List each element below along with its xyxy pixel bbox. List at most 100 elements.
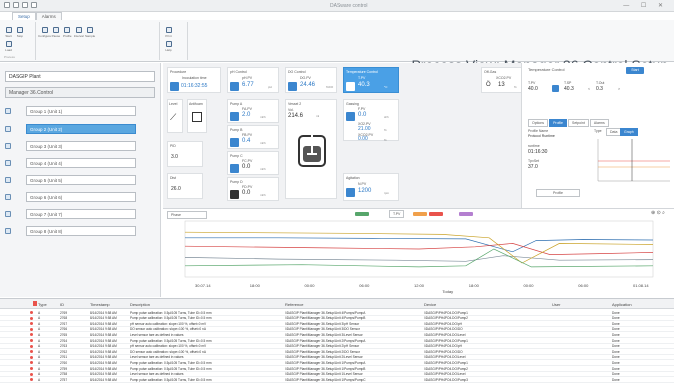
antifoam-icon <box>192 112 202 122</box>
series-pill-2[interactable] <box>413 212 427 216</box>
event-log-table: Type ID Timestamp Description Reference … <box>0 298 674 383</box>
start-button[interactable]: Start <box>4 24 13 38</box>
pump-icon <box>230 112 239 121</box>
table-cell: 2759 <box>60 366 68 371</box>
level-card[interactable]: Level ⟋ <box>167 99 183 133</box>
series-pill-3[interactable] <box>429 212 443 216</box>
time-tick-label: 18:00 <box>250 283 261 288</box>
tab-alarms[interactable]: Alarms <box>35 12 62 20</box>
vessel-card[interactable]: Vessel 2 Vol. 214.6 ml <box>285 99 337 199</box>
table-cell: 8/14/2014 9:58 AM <box>90 372 117 377</box>
redo-icon[interactable] <box>31 2 37 8</box>
interval-button[interactable]: Interval <box>74 24 84 38</box>
do-control-card[interactable]: DO Control DO.PV 24.46 %DO <box>285 67 337 93</box>
profile-apply-button[interactable]: Profile <box>536 189 580 197</box>
table-cell: A <box>38 310 41 315</box>
load-icon <box>5 41 12 47</box>
group-item[interactable]: Group 6 (Unit 6) <box>5 192 155 202</box>
save-icon[interactable] <box>13 2 19 8</box>
profile-button[interactable]: Profile <box>63 24 72 38</box>
table-cell: \\DASGIP\PH4PO4.DO\DO <box>424 327 463 332</box>
group-item[interactable]: Group 4 (Unit 4) <box>5 158 155 168</box>
table-cell: \\DASGIP\PH4PO4.DO\Pump1 <box>424 360 468 365</box>
time-tick-label: 18:00 <box>469 283 480 288</box>
table-cell: Done <box>612 332 620 337</box>
pump-b-card[interactable]: Pump B FB.PV 0.4 ml/h <box>227 125 279 149</box>
agitation-card[interactable]: Agitation N.PV 1200 rpm <box>343 173 399 201</box>
ph-control-card[interactable]: pH Control pH.PV 6.77 pH <box>227 67 279 93</box>
severity-icon <box>30 327 33 331</box>
table-cell: \\DASGIP Plant\Manager 36.Setup\Unit 1\P… <box>285 360 366 365</box>
print-button[interactable]: Print <box>164 24 173 38</box>
pump-icon <box>230 190 239 199</box>
table-cell: 2765 <box>60 332 68 337</box>
table-cell: Done <box>612 349 620 354</box>
profile-name-value[interactable]: Protocol Runtime <box>528 134 555 138</box>
table-cell: \\DASGIP\PH4PO4.DO\Level <box>424 332 466 337</box>
ph-icon <box>230 82 239 91</box>
antifoam-card[interactable]: Antifoam <box>187 99 207 133</box>
unit-icon <box>5 143 11 149</box>
chart-tools-icon[interactable]: ⊕ ⊙ ⌕ <box>651 210 665 216</box>
procedure-card[interactable]: Procedure Inoculation time 01:16:32:55 <box>167 67 221 93</box>
group-item[interactable]: Group 3 (Unit 3) <box>5 141 155 151</box>
table-cell: A <box>38 349 41 354</box>
load-button[interactable]: Load <box>4 38 13 52</box>
tab-setup[interactable]: Setup <box>12 12 36 20</box>
series-pill-4[interactable] <box>459 212 473 216</box>
group-item[interactable]: Group 7 (Unit 7) <box>5 209 155 219</box>
type-graph-toggle[interactable]: Graph <box>620 128 638 136</box>
window-controls[interactable]: — ☐ ✕ <box>623 2 668 9</box>
undo-icon[interactable] <box>22 2 28 8</box>
table-cell: \\DASGIP\PH4PO4.DO\DO <box>424 349 463 354</box>
table-cell: \\DASGIP\PH4PO4.DO\pH <box>424 344 462 349</box>
table-cell: \\DASGIP\PH4PO4.DO\Pump2 <box>424 316 468 321</box>
bioreactor-vessel-icon <box>298 134 326 167</box>
table-cell: \\DASGIP Plant\Manager 36.Setup\Unit 4\P… <box>285 310 366 315</box>
sample-button[interactable]: Sample <box>85 24 95 38</box>
pid-card[interactable]: PID 3.0 <box>167 141 203 167</box>
start-control-button[interactable]: Start <box>626 67 644 74</box>
table-cell: 8/14/2014 9:58 AM <box>90 310 117 315</box>
tab-alarms-detail[interactable]: Alarms <box>589 119 609 127</box>
pump-a-card[interactable]: Pump A FA.PV 2.0 ml/h <box>227 99 279 123</box>
phase-selector[interactable]: Phase <box>167 211 207 219</box>
time-tick-label: 00:00 <box>524 283 535 288</box>
tab-setpoint[interactable]: Setpoint <box>567 119 589 127</box>
unit-icon <box>5 126 11 132</box>
decrease-icon[interactable]: < <box>588 87 590 91</box>
tab-profile[interactable]: Profile <box>549 119 567 127</box>
table-cell: 2769 <box>60 310 68 315</box>
stop-button[interactable]: Stop <box>15 24 24 38</box>
dist-card[interactable]: Dist 26.0 <box>167 173 203 199</box>
temperature-control-card[interactable]: Temperature Control T.PV 40.3 °C <box>343 67 399 93</box>
manager-selector[interactable]: Manager 36.Control <box>5 87 155 98</box>
group-item[interactable]: Group 5 (Unit 5) <box>5 175 155 185</box>
tab-options[interactable]: Options <box>528 119 549 127</box>
increase-icon[interactable]: > <box>618 87 620 91</box>
tag-selector[interactable]: T.PV <box>389 210 405 218</box>
server-selector[interactable]: DASGIP Plant <box>5 71 155 82</box>
configure-button[interactable]: Configure <box>38 24 51 38</box>
app-menu-icon[interactable] <box>4 2 10 8</box>
pump-d-card[interactable]: Pump D FD.PV 0.0 ml/h <box>227 177 279 201</box>
group-item-selected[interactable]: Group 2 (Unit 2) <box>5 124 155 134</box>
table-cell: Pump pulse calibration: 0.5µl/105 Turns,… <box>130 316 212 321</box>
severity-icon <box>30 344 33 348</box>
series-pill-1[interactable] <box>355 212 369 216</box>
table-cell: 8/14/2014 9:58 AM <box>90 338 117 343</box>
gassing-card[interactable]: Gassing F.PV 0.0 sl/h XO2.PV 21.00 % XCO… <box>343 99 399 142</box>
profile-graph <box>597 139 670 182</box>
help-icon <box>165 41 172 47</box>
help-button[interactable]: Help <box>164 38 173 52</box>
group-item[interactable]: Group 1 (Unit 1) <box>5 106 155 116</box>
pump-c-card[interactable]: Pump C FC.PV 0.0 ml/h <box>227 151 279 175</box>
pause-button[interactable]: Pause <box>51 24 60 38</box>
setpoint-input[interactable]: 40.3 <box>564 86 574 92</box>
table-cell: DO sensor auto calibration: slope=100 %,… <box>130 349 206 354</box>
time-tick-label: 06:00 <box>578 283 589 288</box>
severity-icon <box>30 311 33 314</box>
group-item[interactable]: Group 8 (Unit 8) <box>5 226 155 236</box>
offgas-card[interactable]: Off-Gas XCO2.PV Ö 13 % <box>481 67 525 93</box>
ribbon-group-process: Start Stop Load Process <box>2 22 36 60</box>
